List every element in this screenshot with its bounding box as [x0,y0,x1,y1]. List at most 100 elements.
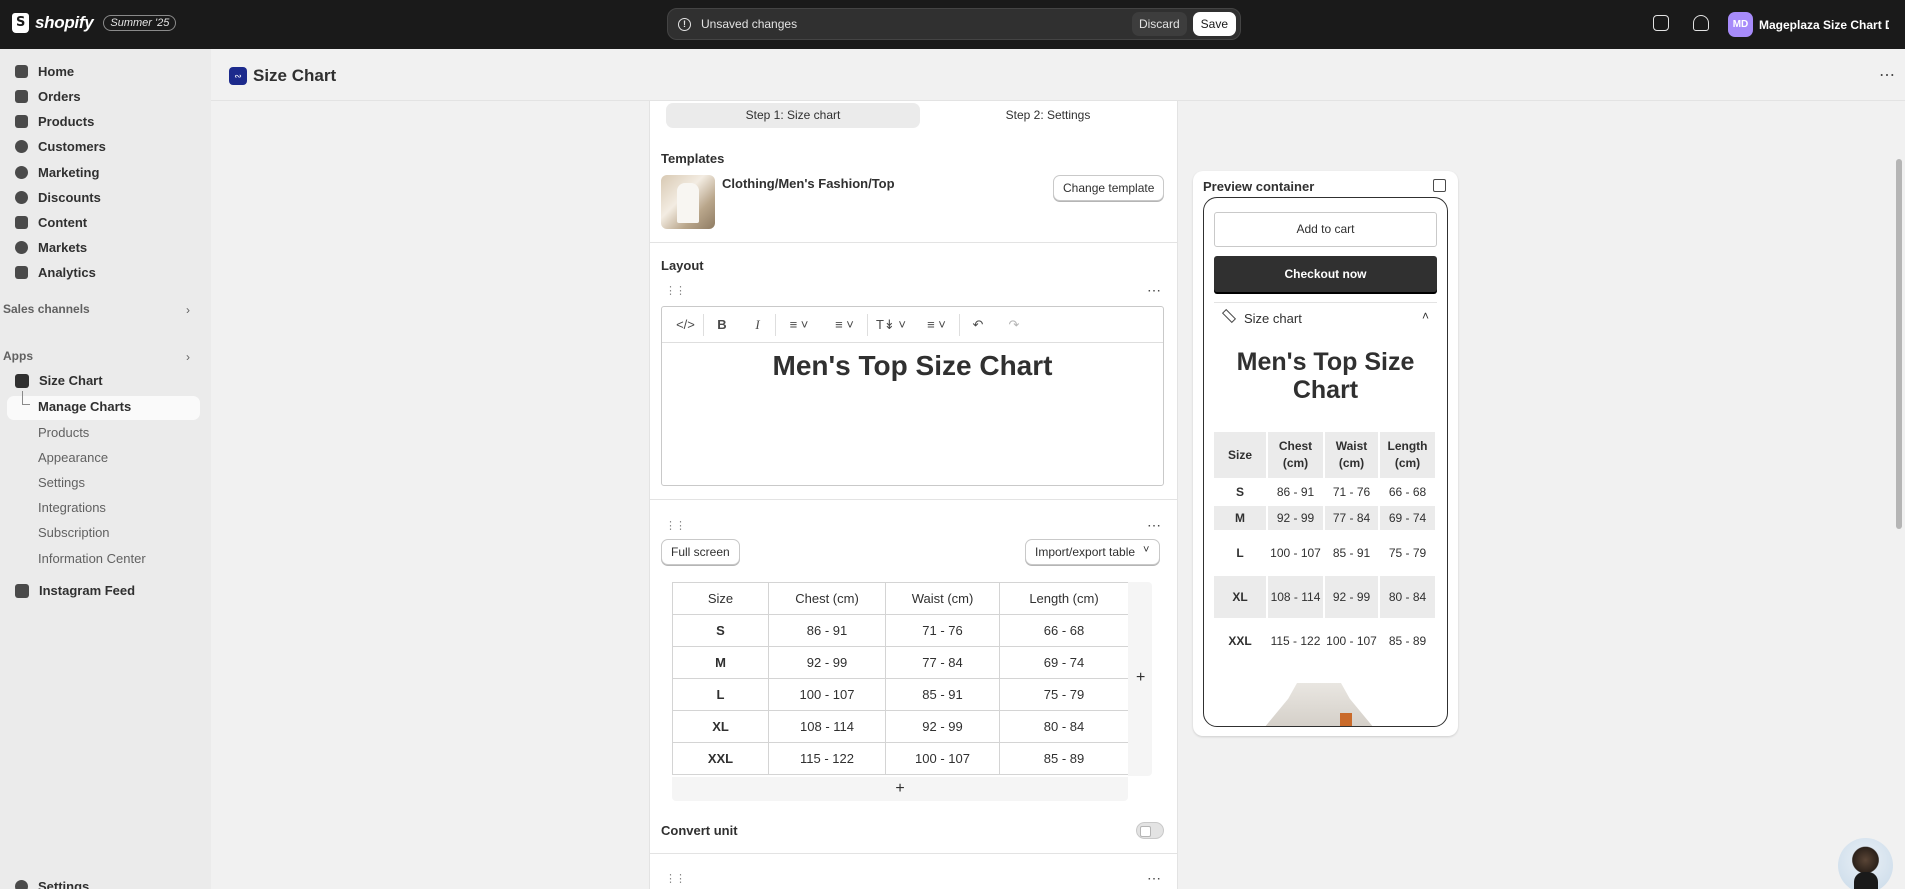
full-screen-button[interactable]: Full screen [661,539,740,565]
tab-step-1[interactable]: Step 1: Size chart [666,103,920,128]
table-cell: S [1235,484,1244,499]
numbered-list-icon[interactable]: ≡ ˅ [822,313,868,336]
table-cell[interactable]: 85 - 89 [999,742,1129,775]
person-icon [15,140,28,153]
apps-label[interactable]: Apps [3,349,33,363]
table-cell[interactable]: 100 - 107 [885,742,1000,775]
drag-handle-icon[interactable]: ⋮⋮ [665,872,686,885]
desktop-view-icon[interactable] [1433,179,1446,192]
table-cell[interactable]: 69 - 74 [999,646,1129,679]
editor-heading[interactable]: Men's Top Size Chart [662,350,1163,382]
page-scrollbar[interactable] [1894,101,1904,889]
table-cell[interactable]: M [672,646,769,679]
table-cell[interactable]: 92 - 99 [768,646,886,679]
bell-icon[interactable] [1693,15,1709,31]
drag-handle-icon[interactable]: ⋮⋮ [665,519,686,532]
import-export-button[interactable]: Import/export table [1025,539,1161,565]
drag-handle-icon[interactable]: ⋮⋮ [665,284,686,297]
code-view-icon[interactable]: </> [668,313,704,336]
bold-icon[interactable]: B [704,314,740,336]
sidebar-subitem-integrations[interactable]: Integrations [38,500,106,515]
column-header: Chest (cm) [1268,432,1323,478]
table-cell: 77 - 84 [1325,506,1378,530]
text-size-icon[interactable]: T↡ ˅ [868,314,914,336]
save-button[interactable]: Save [1192,12,1236,36]
add-row-button[interactable]: + [672,777,1128,801]
table-cell[interactable]: 115 - 122 [768,742,886,775]
size-chart-editor-card: Step 1: Size chart Step 2: Settings Temp… [649,101,1178,889]
chevron-right-icon[interactable]: › [186,350,190,364]
scrollbar-thumb[interactable] [1896,159,1902,529]
table-cell[interactable]: 71 - 76 [885,614,1000,647]
column-header[interactable]: Waist (cm) [885,582,1000,615]
table-cell[interactable]: 108 - 114 [768,710,886,743]
column-header[interactable]: Length (cm) [999,582,1129,615]
table-cell[interactable]: 75 - 79 [999,678,1129,711]
table-cell: 69 - 74 [1380,506,1435,530]
templates-label: Templates [661,151,725,166]
checkout-now-button[interactable]: Checkout now [1214,256,1437,292]
sidebar-item-analytics[interactable]: Analytics [15,265,96,280]
undo-icon[interactable]: ↶ [960,314,996,336]
add-to-cart-button[interactable]: Add to cart [1214,212,1437,247]
sidebar-item-discounts[interactable]: Discounts [15,190,101,205]
redo-icon[interactable]: ↷ [996,314,1032,336]
sidebar-subitem-information-center[interactable]: Information Center [38,551,146,566]
sidebar-item-orders[interactable]: Orders [15,89,81,104]
template-thumbnail [661,175,715,229]
sidekick-icon[interactable] [1653,15,1669,31]
sidebar-item-size-chart[interactable]: Size Chart [15,373,103,388]
table-cell[interactable]: 92 - 99 [885,710,1000,743]
table-cell[interactable]: 77 - 84 [885,646,1000,679]
table-cell[interactable]: 86 - 91 [768,614,886,647]
table-cell[interactable]: XXL [672,742,769,775]
block-menu-icon[interactable]: ⋯ [1147,517,1162,534]
chevron-right-icon[interactable]: › [186,303,190,317]
size-chart-app-icon [15,373,29,388]
table-cell[interactable]: 100 - 107 [768,678,886,711]
sidebar-item-customers[interactable]: Customers [15,139,106,154]
sidebar-subitem-subscription[interactable]: Subscription [38,525,110,540]
more-actions-icon[interactable]: ⋯ [1879,65,1896,85]
table-cell[interactable]: XL [672,710,769,743]
sidebar-item-marketing[interactable]: Marketing [15,165,99,180]
store-menu[interactable]: MD Mageplaza Size Chart De... [1728,12,1889,37]
block-menu-icon[interactable]: ⋯ [1147,282,1162,299]
block-menu-icon[interactable]: ⋯ [1147,870,1162,887]
sidebar-subitem-settings[interactable]: Settings [38,475,85,490]
sidebar-item-home[interactable]: Home [15,64,74,79]
sidebar-item-settings[interactable]: Settings [15,879,89,889]
page-title: Size Chart [253,66,337,85]
discard-button[interactable]: Discard [1131,12,1187,36]
change-template-button[interactable]: Change template [1053,175,1165,201]
shopify-logo[interactable]: shopify Summer '25 [12,13,177,33]
table-cell[interactable]: 80 - 84 [999,710,1129,743]
support-chat-avatar[interactable] [1838,838,1893,889]
bullet-list-icon[interactable]: ≡ ˅ [776,314,822,336]
sidebar-subitem-manage-charts[interactable]: Manage Charts [38,399,131,414]
size-chart-accordion[interactable]: Size chart ˄ [1214,302,1437,334]
table-cell[interactable]: S [672,614,769,647]
sidebar-item-content[interactable]: Content [15,215,87,230]
table-cell[interactable]: L [672,678,769,711]
sales-channels-label[interactable]: Sales channels [3,302,90,316]
sidebar-subitem-products[interactable]: Products [38,425,89,440]
table-row: L 100 - 107 85 - 91 75 - 79 [1214,532,1435,574]
table-cell: 66 - 68 [1388,484,1427,499]
sidebar-item-markets[interactable]: Markets [15,240,87,255]
column-header[interactable]: Size [672,582,769,615]
convert-unit-toggle[interactable] [1136,822,1164,839]
sidebar-item-instagram-feed[interactable]: Instagram Feed [15,583,135,598]
table-cell[interactable]: 85 - 91 [885,678,1000,711]
align-icon[interactable]: ≡ ˅ [914,313,960,336]
sidebar-subitem-appearance[interactable]: Appearance [38,450,108,465]
add-column-button[interactable]: + [1136,669,1145,687]
italic-icon[interactable]: I [740,313,776,336]
tab-step-2[interactable]: Step 2: Settings [920,103,1176,128]
preview-container: Preview container Add to cart Checkout n… [1193,171,1458,736]
sidebar-item-products[interactable]: Products [15,114,94,129]
column-header[interactable]: Chest (cm) [768,582,886,615]
rich-text-editor[interactable]: </> B I ≡ ˅ ≡ ˅ T↡ ˅ ≡ ˅ ↶ ↷ Men's Top S… [661,306,1164,486]
size-chart-label: Size chart [1244,311,1302,326]
table-cell[interactable]: 66 - 68 [999,614,1129,647]
